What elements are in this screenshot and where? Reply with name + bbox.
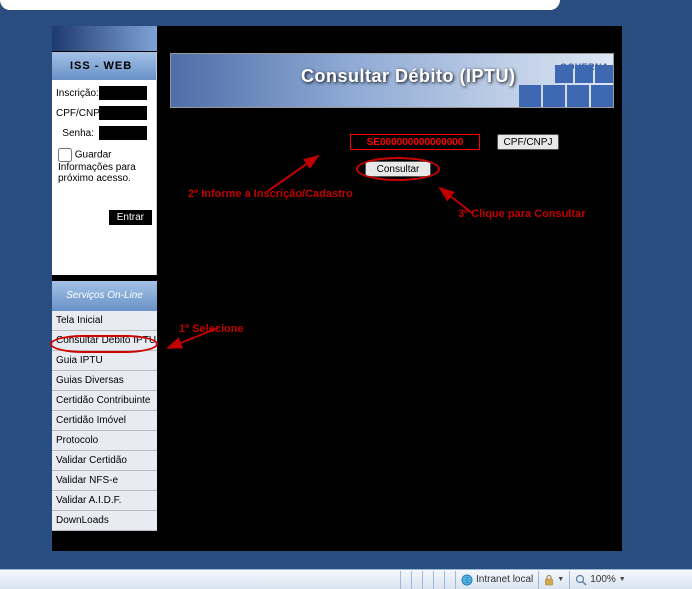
magnify-icon bbox=[575, 574, 587, 586]
window-tab bbox=[0, 0, 560, 10]
status-zoom[interactable]: 100% ▼ bbox=[575, 571, 626, 589]
main-form-area: CPF/CNPJ Consultar 2º Informe a Inscriçã… bbox=[170, 116, 614, 261]
menu-item-consultar-debito-iptu[interactable]: Consultar Débito IPTU bbox=[52, 331, 157, 351]
status-security[interactable]: ▼ bbox=[544, 571, 564, 589]
menu-items-container: Tela Inicial Consultar Débito IPTU Guia … bbox=[52, 311, 157, 531]
menu-item-tela-inicial[interactable]: Tela Inicial bbox=[52, 311, 157, 331]
guardar-row: Guardar Informações para próximo acesso. bbox=[52, 140, 156, 184]
header-strip-blue bbox=[52, 26, 157, 51]
login-cpfcnpj-row: CPF/CNPJ: bbox=[52, 100, 156, 120]
dropdown-arrow-icon: ▼ bbox=[557, 576, 564, 583]
login-senha-row: Senha: bbox=[52, 120, 156, 140]
status-separator bbox=[444, 571, 445, 589]
status-separator bbox=[455, 571, 456, 589]
menu-item-validar-aidf[interactable]: Validar A.I.D.F. bbox=[52, 491, 157, 511]
menu-item-certidao-imovel[interactable]: Certidão Imóvel bbox=[52, 411, 157, 431]
menu-item-certidao-contribuinte[interactable]: Certidão Contribuinte bbox=[52, 391, 157, 411]
menu-item-guia-iptu[interactable]: Guia IPTU bbox=[52, 351, 157, 371]
consultar-button[interactable]: Consultar bbox=[365, 161, 431, 177]
menu-item-guias-diversas[interactable]: Guias Diversas bbox=[52, 371, 157, 391]
login-inscricao-row: Inscrição: bbox=[52, 80, 156, 100]
entrar-button[interactable]: Entrar bbox=[109, 210, 152, 225]
banner: Consultar Débito (IPTU) GOVERNA bbox=[170, 53, 614, 108]
status-bar: Intranet local ▼ 100% ▼ bbox=[0, 569, 692, 589]
menu-item-validar-nfse[interactable]: Validar NFS-e bbox=[52, 471, 157, 491]
menu-panel: Serviços On-Line Tela Inicial Consultar … bbox=[52, 281, 157, 531]
annotation-step3-text: 3º Clique para Consultar bbox=[458, 208, 586, 220]
status-separator bbox=[569, 571, 570, 589]
status-zone-text: Intranet local bbox=[476, 574, 533, 585]
annotation-step2-text: 2º Informe a Inscrição/Cadastro bbox=[188, 188, 353, 200]
login-iss-web-title: ISS - WEB bbox=[52, 52, 156, 80]
status-separator bbox=[400, 571, 401, 589]
content-frame: ISS - WEB Inscrição: CPF/CNPJ: Senha: Gu… bbox=[52, 26, 622, 551]
status-separator bbox=[538, 571, 539, 589]
menu-item-downloads[interactable]: DownLoads bbox=[52, 511, 157, 531]
status-separator bbox=[411, 571, 412, 589]
dropdown-arrow-icon: ▼ bbox=[619, 576, 626, 583]
lock-icon bbox=[544, 574, 554, 586]
cpfcnpj-button[interactable]: CPF/CNPJ bbox=[497, 134, 559, 150]
senha-label: Senha: bbox=[56, 128, 94, 139]
status-separator bbox=[433, 571, 434, 589]
header-strip bbox=[52, 26, 622, 51]
inscricao-input[interactable] bbox=[99, 86, 147, 100]
se-input[interactable] bbox=[350, 134, 480, 150]
status-zone[interactable]: Intranet local bbox=[461, 571, 533, 589]
menu-header: Serviços On-Line bbox=[52, 281, 157, 311]
login-box: ISS - WEB Inscrição: CPF/CNPJ: Senha: Gu… bbox=[52, 52, 157, 275]
status-zoom-text: 100% bbox=[590, 574, 616, 585]
guardar-checkbox[interactable] bbox=[58, 148, 72, 162]
senha-input[interactable] bbox=[99, 126, 147, 140]
status-separator bbox=[422, 571, 423, 589]
annotation-step1-text: 1º Selecione bbox=[179, 323, 244, 335]
menu-item-validar-certidao[interactable]: Validar Certidão bbox=[52, 451, 157, 471]
menu-item-protocolo[interactable]: Protocolo bbox=[52, 431, 157, 451]
globe-icon bbox=[461, 574, 473, 586]
inscricao-label: Inscrição: bbox=[56, 88, 94, 99]
cpfcnpj-label: CPF/CNPJ: bbox=[56, 108, 94, 119]
cpfcnpj-input[interactable] bbox=[99, 106, 147, 120]
banner-title: Consultar Débito (IPTU) bbox=[301, 66, 516, 87]
